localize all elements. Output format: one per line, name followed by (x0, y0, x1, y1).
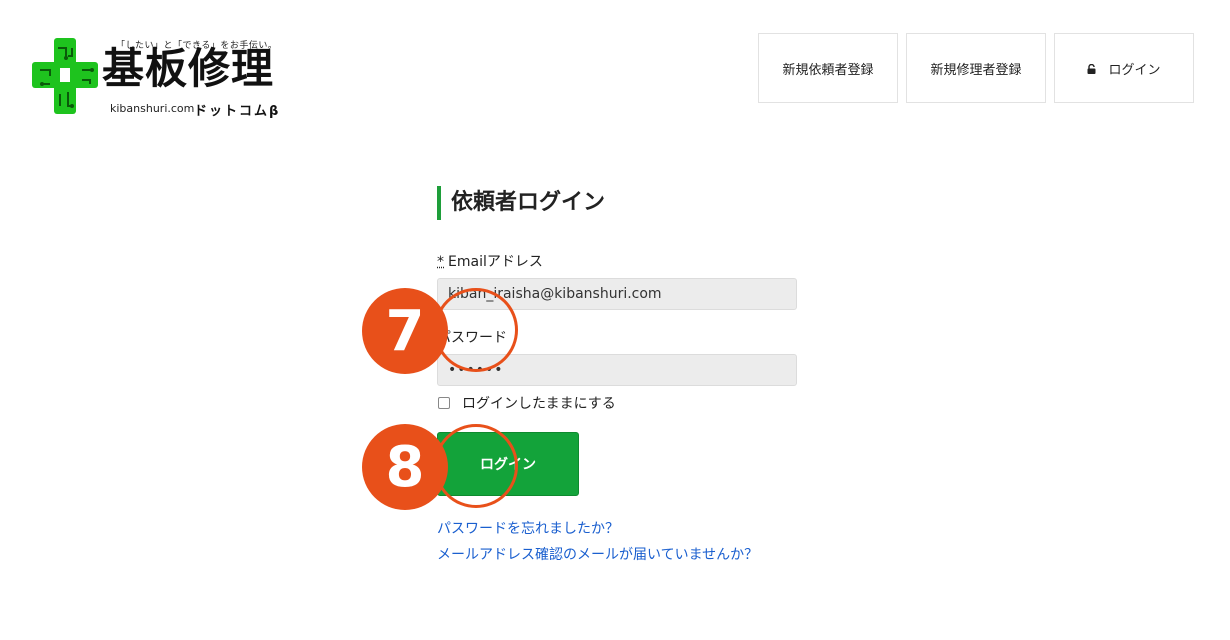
resend-confirmation-link[interactable]: メールアドレス確認のメールが届いていませんか？ (437, 544, 758, 564)
circuit-logo-icon (32, 38, 98, 114)
nav-login[interactable]: ログイン (1054, 33, 1194, 103)
remember-me[interactable]: ログインしたままにする (437, 393, 616, 413)
logo-suffix: ドットコムβ (194, 104, 281, 119)
nav-register-repairer-label: 新規修理者登録 (930, 62, 1022, 78)
email-label: * Emailアドレス (437, 251, 543, 271)
logo-domain: kibanshuri.com (110, 102, 195, 115)
nav-register-requester[interactable]: 新規依頼者登録 (758, 33, 898, 103)
step-badge-8: 8 (362, 424, 448, 510)
remember-me-label: ログインしたままにする (462, 396, 616, 412)
nav-register-repairer[interactable]: 新規修理者登録 (906, 33, 1046, 103)
lock-icon (1087, 64, 1096, 74)
nav-login-label: ログイン (1108, 62, 1161, 78)
remember-me-checkbox[interactable] (438, 397, 450, 409)
page-title: 依頼者ログイン (437, 186, 605, 220)
forgot-password-link[interactable]: パスワードを忘れましたか？ (437, 518, 619, 538)
email-label-text: Emailアドレス (448, 254, 543, 270)
site-logo[interactable]: 「したい」と「できる」をお手伝い。 基板修理 kibanshuri.com ドッ… (30, 34, 290, 119)
required-mark: * (437, 254, 444, 270)
logo-title: 基板修理 (102, 44, 275, 93)
nav-register-requester-label: 新規依頼者登録 (782, 62, 874, 78)
step-badge-7: 7 (362, 288, 448, 374)
